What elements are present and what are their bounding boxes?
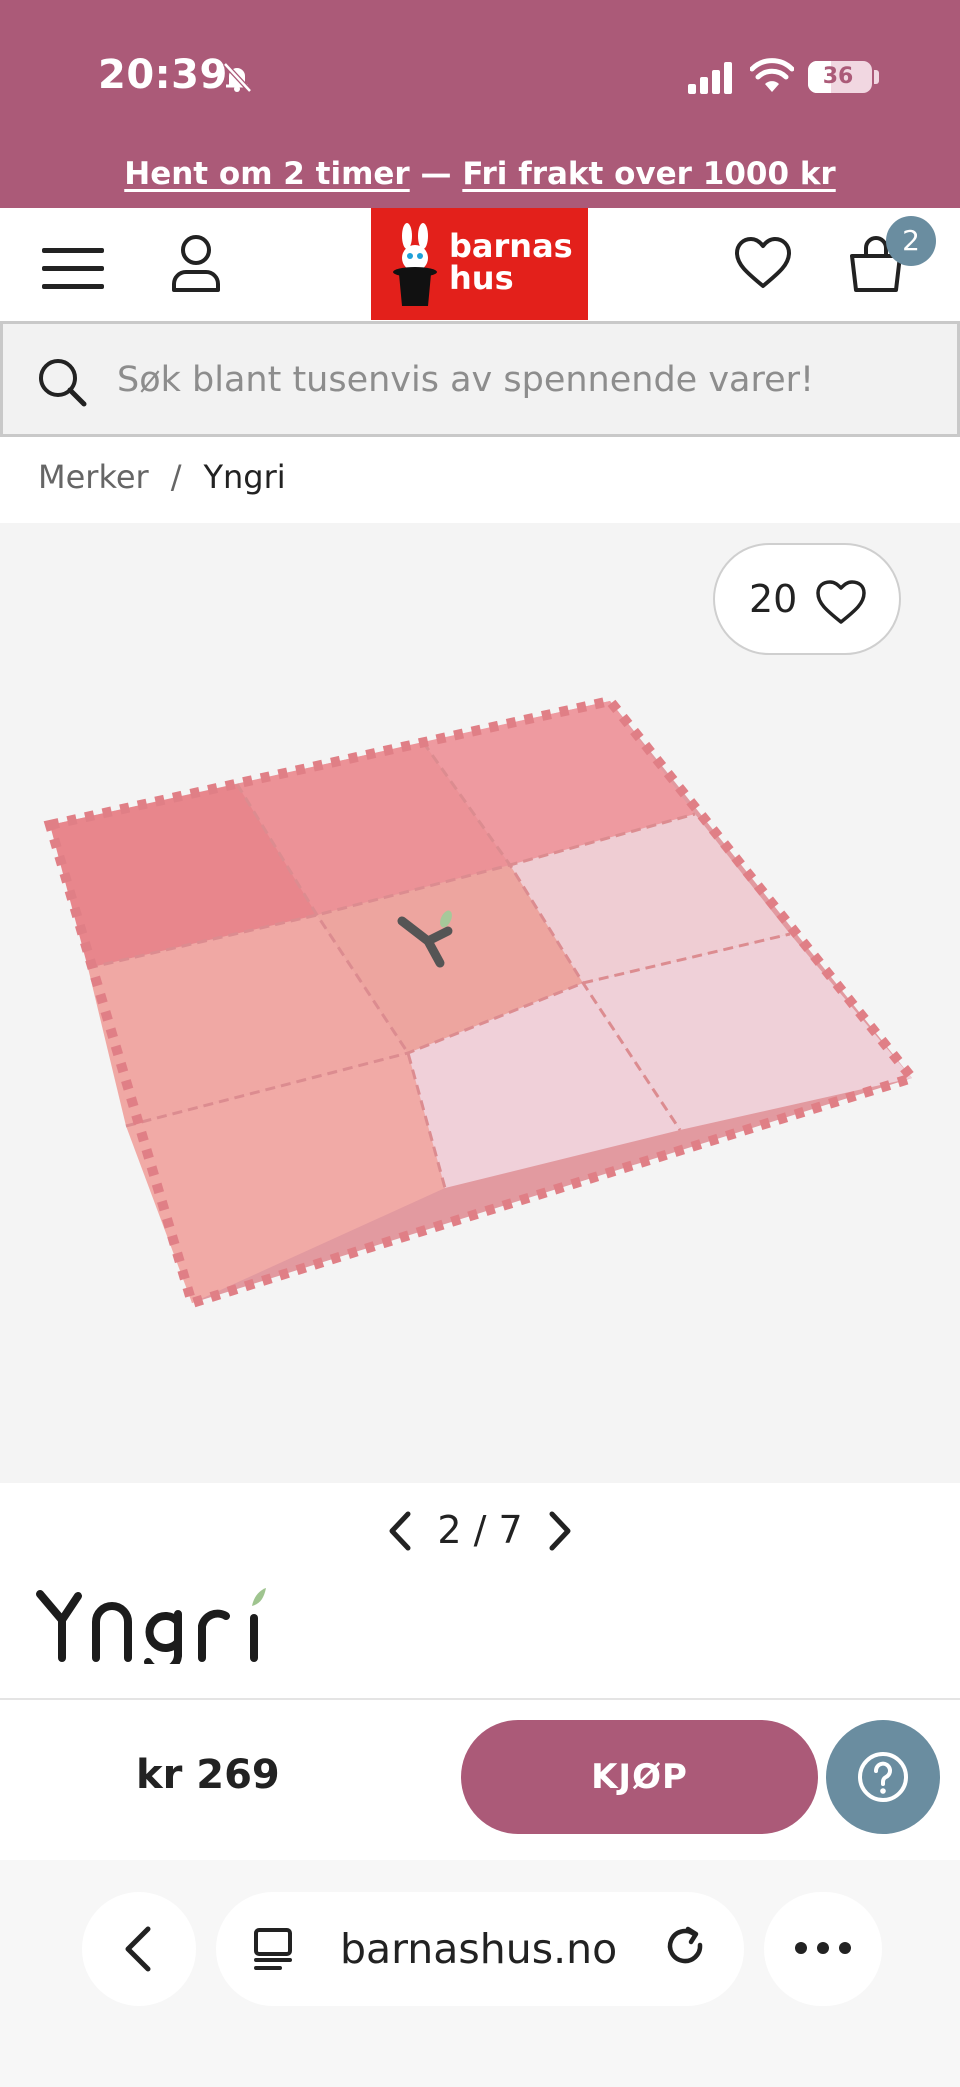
buy-bar: kr 269 KJØP: [0, 1700, 960, 1860]
status-bar: 20:39 36: [0, 0, 960, 150]
browser-toolbar: barnashus.no: [0, 1860, 960, 2087]
pager-current: 2: [437, 1508, 462, 1552]
browser-back-button[interactable]: [82, 1892, 196, 2006]
chevron-left-icon[interactable]: [384, 1510, 414, 1552]
search-bar: [0, 321, 960, 437]
favorite-button[interactable]: 20: [713, 543, 901, 655]
battery-percent: 36: [822, 64, 854, 89]
question-icon: [858, 1752, 908, 1802]
promo-separator: —: [409, 156, 463, 192]
chevron-right-icon[interactable]: [546, 1510, 576, 1552]
gallery-pager: 2 / 7: [0, 1508, 960, 1556]
pager-total: 7: [498, 1508, 523, 1552]
browser-more-button[interactable]: [764, 1892, 882, 2006]
pager-separator: /: [473, 1508, 487, 1552]
bunny-hat-logo-icon: [393, 223, 437, 306]
search-input[interactable]: [117, 350, 937, 410]
wifi-icon: [750, 58, 794, 92]
breadcrumb-separator: /: [170, 458, 182, 496]
logo-line2: hus: [449, 259, 514, 297]
battery-tip: [874, 70, 879, 84]
reload-icon[interactable]: [664, 1925, 710, 1973]
product-image: [43, 695, 921, 1310]
promo-shipping-link[interactable]: Fri frakt over 1000 kr: [462, 156, 835, 192]
brand-logo[interactable]: [36, 1578, 296, 1664]
product-price: kr 269: [136, 1752, 280, 1798]
favorite-count: 20: [749, 577, 798, 621]
promo-pickup-link[interactable]: Hent om 2 timer: [124, 156, 409, 192]
product-gallery[interactable]: 20: [0, 523, 960, 1483]
battery-icon: 36: [808, 61, 872, 93]
user-icon[interactable]: [170, 234, 222, 294]
address-url: barnashus.no: [340, 1925, 618, 1973]
menu-icon[interactable]: [42, 244, 104, 292]
logo-line1: barnas: [449, 227, 573, 265]
breadcrumb: Merker / Yngri: [38, 458, 286, 496]
help-button[interactable]: [826, 1720, 940, 1834]
cart-count-badge: 2: [886, 216, 936, 266]
status-time: 20:39: [98, 52, 228, 98]
promo-bar: Hent om 2 timer — Fri frakt over 1000 kr: [0, 150, 960, 208]
more-dots-icon: [795, 1942, 851, 1954]
logo-text: barnas hus: [449, 230, 573, 294]
favorite-heart-icon: [816, 580, 866, 624]
tab-overview-icon: [254, 1928, 292, 1970]
heart-icon[interactable]: [734, 236, 792, 290]
address-bar[interactable]: barnashus.no: [216, 1892, 744, 2006]
site-header: barnas hus 2: [0, 208, 960, 320]
bell-slash-icon: [223, 62, 252, 93]
breadcrumb-item-merker[interactable]: Merker: [38, 458, 149, 496]
breadcrumb-item-current: Yngri: [203, 458, 286, 496]
site-logo[interactable]: barnas hus: [371, 208, 588, 320]
buy-button[interactable]: KJØP: [461, 1720, 818, 1834]
search-icon[interactable]: [37, 357, 87, 407]
pager-position: 2 / 7: [430, 1508, 530, 1552]
back-arrow-icon: [125, 1926, 151, 1972]
signal-icon: [688, 62, 732, 94]
